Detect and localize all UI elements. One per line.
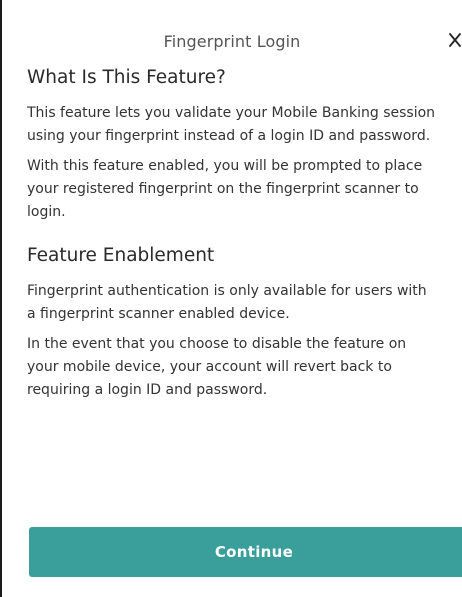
disable-feature-paragraph: In the event that you choose to disable … (27, 336, 407, 398)
modal-header: Fingerprint Login (2, 0, 462, 62)
continue-button[interactable]: Continue (29, 527, 462, 577)
section-title-what-is-this-feature: What Is This Feature? (27, 67, 226, 88)
feature-prompt-paragraph: With this feature enabled, you will be p… (27, 158, 423, 220)
fingerprint-login-modal: Fingerprint Login What Is This Feature? … (0, 0, 462, 597)
modal-content: What Is This Feature? This feature lets … (2, 66, 462, 402)
feature-description-paragraph: This feature lets you validate your Mobi… (27, 105, 436, 144)
section-title-feature-enablement: Feature Enablement (27, 245, 215, 266)
modal-title: Fingerprint Login (163, 32, 301, 51)
availability-paragraph: Fingerprint authentication is only avail… (27, 283, 427, 322)
close-icon[interactable] (447, 31, 462, 49)
